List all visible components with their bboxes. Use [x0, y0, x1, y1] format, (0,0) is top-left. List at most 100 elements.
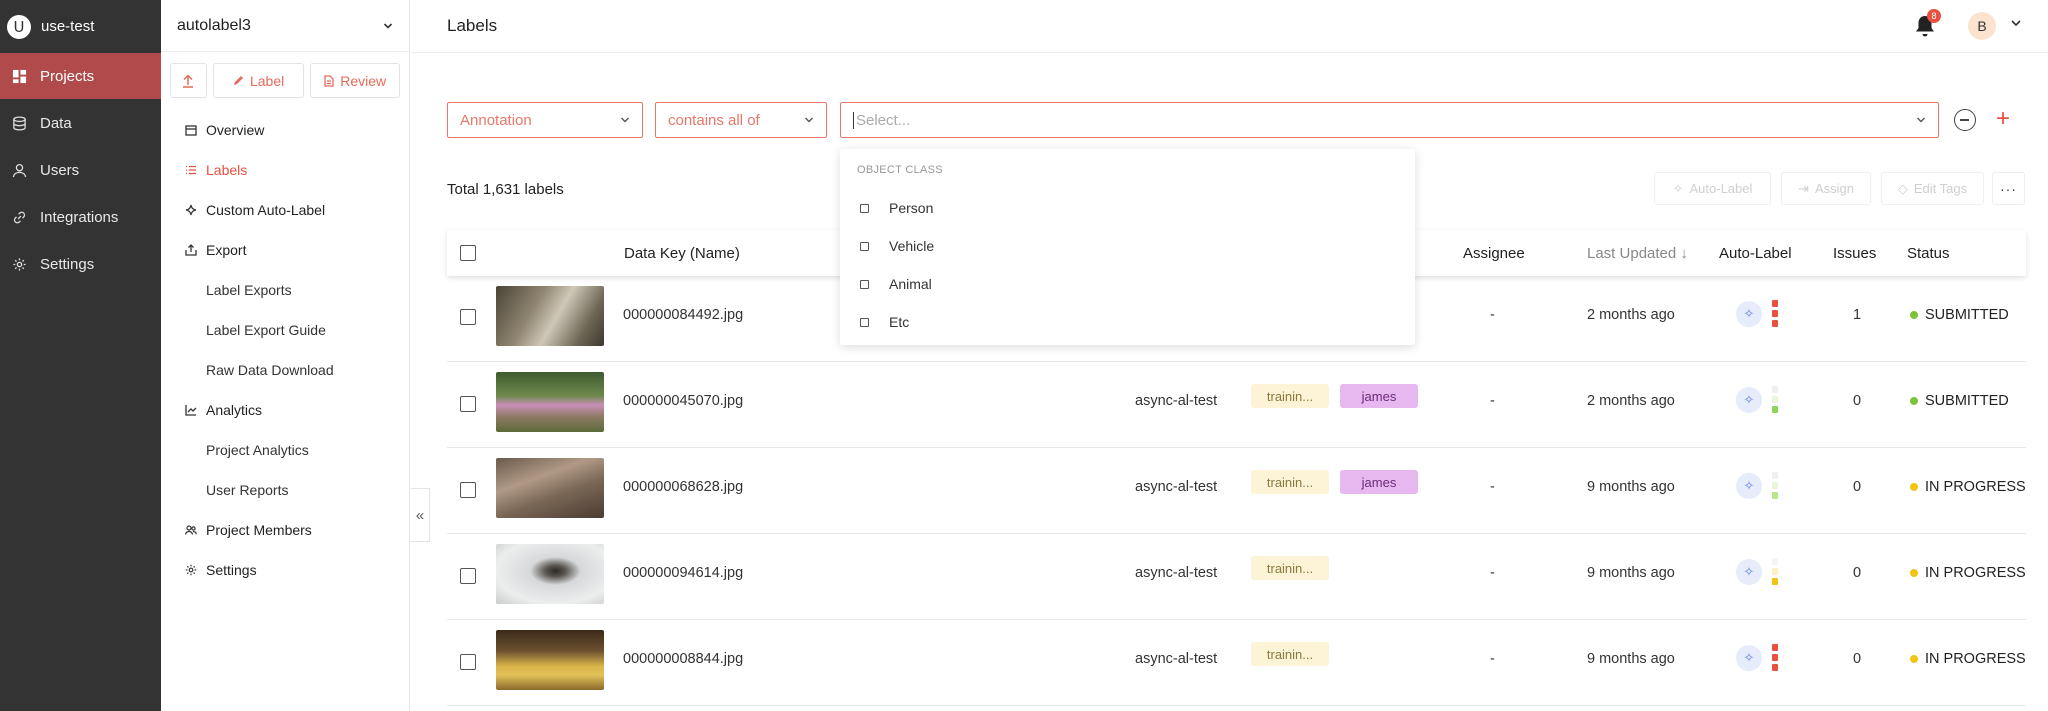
filter-operator-select[interactable]: contains all of: [655, 102, 827, 138]
option-label: Vehicle: [889, 238, 935, 254]
nav-item-integrations[interactable]: Integrations: [0, 194, 161, 240]
menu-label: Project Analytics: [206, 442, 309, 458]
menu-analytics[interactable]: Analytics: [161, 390, 409, 430]
menu-project-members[interactable]: Project Members: [161, 510, 409, 550]
image-thumbnail[interactable]: [496, 372, 604, 432]
option-checkbox[interactable]: [860, 241, 869, 251]
auto-label-indicator[interactable]: ✧: [1736, 559, 1762, 585]
project-name: async-al-test: [1135, 393, 1218, 409]
more-options-button[interactable]: ···: [1992, 172, 2025, 205]
review-button[interactable]: Review: [310, 63, 400, 98]
project-name: async-al-test: [1135, 651, 1218, 667]
progress-bars: [1772, 644, 1779, 672]
row-checkbox[interactable]: [460, 396, 476, 412]
image-thumbnail[interactable]: [496, 544, 604, 604]
table-row[interactable]: 000000068628.jpg async-al-test trainin..…: [447, 448, 2026, 534]
gear-icon: [13, 257, 26, 271]
menu-label-export-guide[interactable]: Label Export Guide: [161, 310, 409, 350]
menu-export[interactable]: Export: [161, 230, 409, 270]
menu-user-reports[interactable]: User Reports: [161, 470, 409, 510]
data-key[interactable]: 000000084492.jpg: [623, 307, 743, 323]
menu-label: Labels: [206, 162, 248, 178]
nav-item-projects[interactable]: Projects: [0, 53, 161, 99]
auto-label-indicator[interactable]: ✧: [1736, 645, 1762, 671]
assignee: -: [1490, 393, 1495, 409]
workspace-name: use-test: [41, 18, 95, 35]
nav-item-data[interactable]: Data: [0, 100, 161, 146]
data-key[interactable]: 000000008844.jpg: [623, 651, 743, 667]
menu-project-analytics[interactable]: Project Analytics: [161, 430, 409, 470]
status-label: SUBMITTED: [1925, 393, 2009, 409]
option-checkbox[interactable]: [860, 203, 869, 213]
data-key[interactable]: 000000094614.jpg: [623, 565, 743, 581]
menu-label-exports[interactable]: Label Exports: [161, 270, 409, 310]
status-label: IN PROGRESS: [1925, 651, 2026, 667]
edit-tags-button[interactable]: ◇ Edit Tags: [1881, 172, 1984, 205]
row-checkbox[interactable]: [460, 654, 476, 670]
column-header-status[interactable]: Status: [1907, 245, 1950, 262]
filter-value-dropdown: OBJECT CLASS Person Vehicle Animal Etc: [840, 149, 1415, 345]
image-thumbnail[interactable]: [496, 630, 604, 690]
label-button[interactable]: Label: [212, 63, 305, 98]
workspace-avatar: U: [7, 14, 31, 39]
total-labels: Total 1,631 labels: [447, 181, 564, 198]
menu-settings[interactable]: Settings: [161, 550, 409, 590]
auto-label-indicator[interactable]: ✧: [1736, 387, 1762, 413]
add-filter-button[interactable]: +: [1996, 107, 2010, 131]
progress-bars: [1772, 386, 1779, 414]
row-checkbox[interactable]: [460, 568, 476, 584]
menu-overview[interactable]: Overview: [161, 110, 409, 150]
dropdown-option-person[interactable]: Person: [840, 189, 1415, 227]
auto-label-indicator[interactable]: ✧: [1736, 301, 1762, 327]
menu-labels[interactable]: Labels: [161, 150, 409, 190]
nav-label: Settings: [40, 255, 95, 273]
option-checkbox[interactable]: [860, 279, 869, 289]
menu-raw-data-download[interactable]: Raw Data Download: [161, 350, 409, 390]
column-header-autolabel[interactable]: Auto-Label: [1719, 245, 1792, 262]
upload-button[interactable]: [170, 63, 207, 98]
filter-field-select[interactable]: Annotation: [447, 102, 643, 138]
user-avatar[interactable]: B: [1968, 12, 1996, 40]
filter-value-select[interactable]: Select...: [840, 102, 1939, 138]
dropdown-option-animal[interactable]: Animal: [840, 265, 1415, 303]
auto-label-button[interactable]: ✧ Auto-Label: [1654, 172, 1771, 205]
image-thumbnail[interactable]: [496, 458, 604, 518]
image-thumbnail[interactable]: [496, 286, 604, 346]
nav-label: Projects: [40, 67, 95, 85]
gear-icon: [185, 564, 197, 576]
data-key[interactable]: 000000045070.jpg: [623, 393, 743, 409]
column-header-updated[interactable]: Last Updated ↓: [1587, 245, 1688, 262]
nav-item-settings[interactable]: Settings: [0, 241, 161, 287]
table-row[interactable]: 000000008844.jpg async-al-test trainin..…: [447, 620, 2026, 706]
data-key[interactable]: 000000068628.jpg: [623, 479, 743, 495]
upload-icon: [183, 73, 194, 88]
dropdown-option-vehicle[interactable]: Vehicle: [840, 227, 1415, 265]
project-selector[interactable]: autolabel3: [161, 0, 409, 52]
menu-custom-auto-label[interactable]: Custom Auto-Label: [161, 190, 409, 230]
workspace-switcher[interactable]: U use-test: [0, 0, 161, 53]
menu-label: Analytics: [206, 402, 263, 418]
column-header-assignee[interactable]: Assignee: [1463, 245, 1525, 262]
remove-filter-button[interactable]: [1954, 109, 1976, 131]
list-icon: [186, 165, 196, 175]
assign-icon: ⇥: [1798, 180, 1809, 196]
option-checkbox[interactable]: [860, 317, 869, 327]
column-header-key[interactable]: Data Key (Name): [624, 245, 740, 262]
chevron-down-icon[interactable]: [2010, 17, 2022, 29]
project-name: async-al-test: [1135, 565, 1218, 581]
user-icon: [12, 163, 27, 177]
issue-count: 0: [1852, 651, 1862, 667]
row-checkbox[interactable]: [460, 482, 476, 498]
select-all-checkbox[interactable]: [460, 245, 476, 261]
column-header-issues[interactable]: Issues: [1833, 245, 1876, 262]
dropdown-option-etc[interactable]: Etc: [840, 303, 1415, 341]
row-checkbox[interactable]: [460, 309, 476, 325]
auto-label-indicator[interactable]: ✧: [1736, 473, 1762, 499]
table-row[interactable]: 000000094614.jpg async-al-test trainin..…: [447, 534, 2026, 620]
assign-button[interactable]: ⇥ Assign: [1781, 172, 1871, 205]
filter-operator-value: contains all of: [668, 111, 760, 129]
database-icon: [13, 115, 26, 131]
collapse-sidebar-button[interactable]: «: [411, 488, 430, 542]
table-row[interactable]: 000000045070.jpg async-al-test trainin..…: [447, 362, 2026, 448]
nav-item-users[interactable]: Users: [0, 147, 161, 193]
